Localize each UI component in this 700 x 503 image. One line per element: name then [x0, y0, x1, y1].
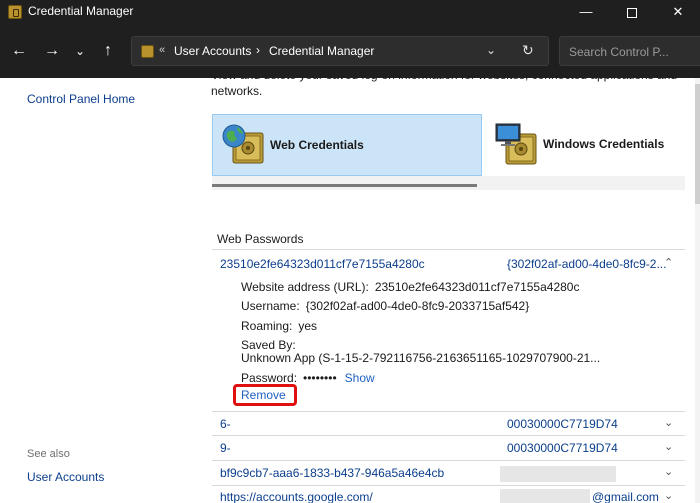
refresh-icon[interactable]: ↻ [522, 42, 534, 59]
address-bar[interactable]: « User Accounts › Credential Manager ⌄ ↻ [131, 36, 549, 66]
vault-globe-icon [222, 124, 264, 164]
detail-website-label: Website address (URL): [241, 280, 369, 294]
breadcrumb-credential-manager[interactable]: Credential Manager [269, 44, 374, 58]
detail-username: Username: {302f02af-ad00-4de0-8fc9-203371… [241, 299, 529, 313]
close-button[interactable]: ✕ [655, 0, 700, 24]
vertical-scrollbar[interactable] [695, 78, 700, 503]
entry-value: @gmail.com [592, 490, 659, 503]
detail-roaming: Roaming: yes [241, 319, 317, 333]
left-pane: Control Panel Home See also User Account… [0, 78, 195, 503]
entry-value: 00030000C7719D74 [507, 441, 618, 455]
entry-name[interactable]: https://accounts.google.com/ [220, 490, 373, 503]
detail-website-value: 23510e2fe64323d011cf7e7155a4280c [374, 280, 580, 294]
search-input[interactable]: Search Control P... [559, 36, 700, 66]
remove-link[interactable]: Remove [241, 388, 286, 402]
vault-monitor-icon [495, 123, 537, 165]
detail-saved-by-label: Saved By: [241, 338, 296, 352]
show-password-link[interactable]: Show [345, 371, 375, 385]
maximize-button[interactable] [609, 0, 655, 24]
recent-locations-button[interactable]: ⌄ [68, 39, 92, 63]
entry-value: 00030000C7719D74 [507, 417, 618, 431]
minimize-button[interactable]: — [563, 0, 609, 24]
navigation-bar: ← → ⌄ ↑ « User Accounts › Credential Man… [0, 24, 700, 78]
tab-web-credentials-label: Web Credentials [270, 138, 364, 152]
maximize-icon [627, 7, 637, 18]
detail-password-label: Password: [241, 371, 298, 385]
list-item[interactable]: 9- 00030000C7719D74 ⌄ [212, 435, 685, 460]
search-placeholder: Search Control P... [569, 45, 669, 59]
control-panel-home-link[interactable]: Control Panel Home [27, 92, 135, 106]
expand-chevron-icon[interactable]: ⌄ [664, 440, 673, 453]
tab-windows-credentials-label: Windows Credentials [543, 137, 665, 151]
main-content: View and delete your saved log-on inform… [195, 78, 700, 503]
list-item[interactable]: bf9c9cb7-aaa6-1833-b437-946a5a46e4cb ⌄ [212, 460, 685, 485]
credential-manager-app-icon [8, 5, 22, 19]
detail-roaming-value: yes [298, 319, 318, 333]
title-bar: Credential Manager — ✕ [0, 0, 700, 24]
window-title: Credential Manager [28, 4, 134, 18]
tab-windows-credentials[interactable]: Windows Credentials [482, 114, 685, 176]
breadcrumb-separator-icon[interactable]: › [256, 43, 260, 57]
expand-chevron-icon[interactable]: ⌄ [664, 489, 673, 502]
forward-button[interactable]: → [40, 39, 64, 63]
up-button[interactable]: ↑ [96, 39, 120, 63]
entry-name[interactable]: bf9c9cb7-aaa6-1833-b437-946a5a46e4cb [220, 466, 444, 480]
see-also-label: See also [27, 448, 70, 460]
breadcrumb-overflow-icon[interactable]: « [159, 44, 165, 56]
redacted-value [500, 466, 616, 482]
back-button[interactable]: ← [7, 39, 31, 63]
detail-username-value: {302f02af-ad00-4de0-8fc9-2033715af542} [305, 299, 530, 313]
detail-saved-by-value: Unknown App (S-1-15-2-792116756-21636511… [241, 351, 601, 365]
entry-username-preview: {302f02af-ad00-4de0-8fc9-2... [507, 257, 667, 271]
address-dropdown-icon[interactable]: ⌄ [486, 43, 496, 57]
credential-tabs: Web Credentials Windows Credentials [212, 114, 685, 190]
expand-chevron-icon[interactable]: ⌄ [664, 416, 673, 429]
detail-password: Password: •••••••• Show [241, 371, 375, 385]
breadcrumb-user-accounts[interactable]: User Accounts [174, 44, 251, 58]
list-item[interactable]: https://accounts.google.com/ @gmail.com … [212, 485, 685, 503]
tab-scroll-indicator [212, 184, 477, 187]
entry-name[interactable]: 9- [220, 441, 231, 455]
tab-web-credentials[interactable]: Web Credentials [212, 114, 482, 176]
redacted-value [500, 489, 590, 503]
user-accounts-link[interactable]: User Accounts [27, 470, 104, 484]
expand-chevron-icon[interactable]: ⌄ [664, 465, 673, 478]
detail-username-label: Username: [241, 299, 300, 313]
scrollbar-thumb[interactable] [695, 84, 700, 204]
detail-password-value: •••••••• [303, 371, 337, 385]
detail-roaming-label: Roaming: [241, 319, 293, 333]
entry-name[interactable]: 6- [220, 417, 231, 431]
collapse-chevron-icon[interactable]: ⌃ [664, 256, 673, 269]
section-title: Web Passwords [217, 232, 304, 246]
intro-text: View and delete your saved log-on inform… [211, 78, 677, 98]
control-panel-icon [141, 45, 154, 58]
detail-website: Website address (URL): 23510e2fe64323d011… [241, 280, 579, 294]
entry-name[interactable]: 23510e2fe64323d011cf7e7155a4280c [220, 257, 425, 271]
list-item[interactable]: 6- 00030000C7719D74 ⌄ [212, 411, 685, 435]
